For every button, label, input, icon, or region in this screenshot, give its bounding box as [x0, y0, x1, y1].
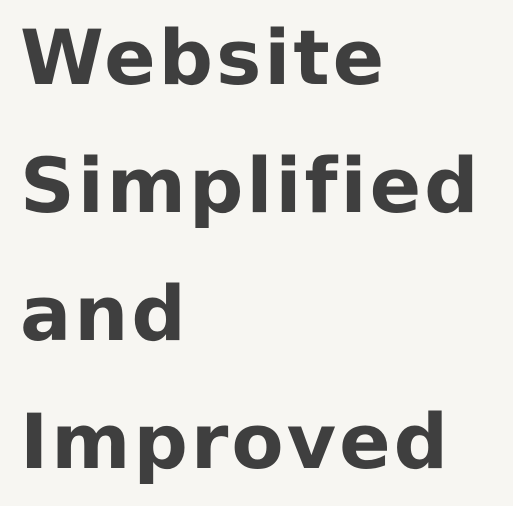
- headline-line-3: and: [20, 269, 189, 358]
- headline-line-1: Website: [20, 13, 388, 102]
- headline-line-2: Simplified: [20, 141, 482, 230]
- hero-headline: Website Simplified and Improved: [20, 0, 510, 506]
- headline-line-4: Improved: [20, 397, 452, 486]
